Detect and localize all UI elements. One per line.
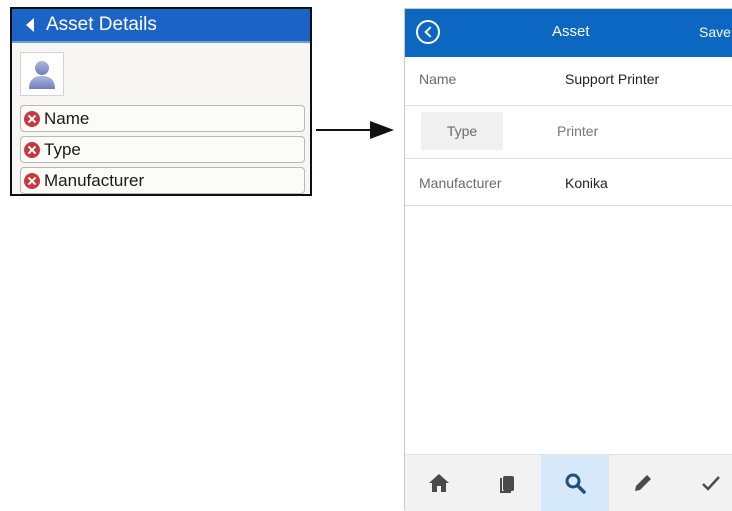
mobile-title: Asset: [552, 23, 590, 40]
person-icon: [29, 61, 55, 89]
required-icon: [24, 110, 40, 127]
copy-button[interactable]: [473, 455, 541, 511]
bottom-toolbar: [405, 454, 732, 511]
legacy-field-label: Type: [44, 139, 81, 159]
mobile-header: Asset Save: [405, 9, 732, 57]
legacy-asset-panel: Asset Details Name Type Manufacturer: [10, 7, 312, 196]
type-picker-button[interactable]: Type: [421, 112, 503, 150]
search-icon: [565, 473, 586, 494]
field-name-label: Name: [419, 71, 457, 87]
mobile-asset-screen: Asset Save Name Support Printer Type Pri…: [404, 8, 732, 511]
avatar[interactable]: [20, 52, 64, 96]
field-manufacturer-value: Konika: [565, 175, 608, 191]
legacy-field-manufacturer[interactable]: Manufacturer: [20, 167, 305, 194]
field-type-value: Printer: [557, 123, 599, 139]
copy-icon: [500, 476, 514, 493]
save-button[interactable]: Save: [699, 24, 731, 40]
back-arrow-icon[interactable]: [26, 18, 34, 32]
legacy-field-label: Manufacturer: [44, 170, 145, 190]
legacy-field-name[interactable]: Name: [20, 105, 305, 132]
field-name-value: Support Printer: [565, 71, 660, 87]
confirm-button[interactable]: [677, 455, 732, 511]
legacy-title: Asset Details: [46, 14, 157, 35]
home-button[interactable]: [405, 455, 473, 511]
required-icon: [24, 141, 40, 158]
field-manufacturer[interactable]: Manufacturer Konika: [405, 159, 732, 206]
legacy-header: Asset Details: [12, 9, 310, 43]
required-icon: [24, 172, 40, 189]
home-icon: [429, 474, 449, 492]
field-manufacturer-label: Manufacturer: [419, 175, 502, 191]
back-circle-icon[interactable]: [416, 20, 440, 44]
edit-icon: [635, 475, 651, 491]
legacy-field-type[interactable]: Type: [20, 136, 305, 163]
field-name[interactable]: Name Support Printer: [405, 57, 732, 106]
search-button[interactable]: [541, 455, 609, 511]
flow-arrow-icon: [316, 121, 394, 139]
edit-button[interactable]: [609, 455, 677, 511]
check-icon: [702, 476, 720, 491]
legacy-field-label: Name: [44, 108, 90, 128]
